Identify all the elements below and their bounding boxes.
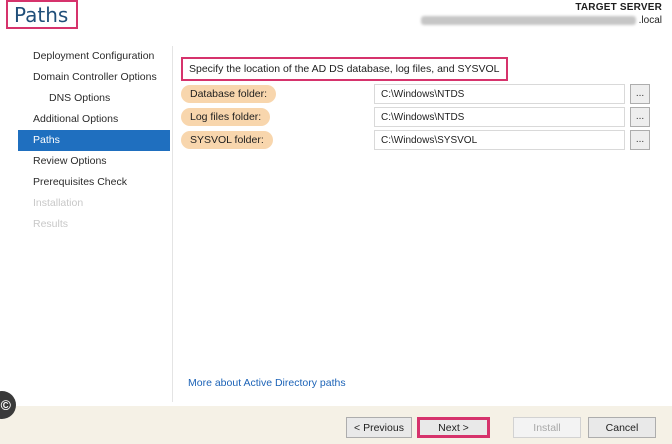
redacted-server-name xyxy=(420,16,636,25)
sidebar-item-additional-options[interactable]: Additional Options xyxy=(18,109,170,130)
database-folder-row: Database folder: ... xyxy=(176,84,656,104)
install-button: Install xyxy=(513,417,581,438)
sysvol-folder-label: SYSVOL folder: xyxy=(181,131,273,149)
sidebar-item-dns-options[interactable]: DNS Options xyxy=(18,88,170,109)
sidebar-item-domain-controller-options[interactable]: Domain Controller Options xyxy=(18,67,170,88)
sysvol-folder-input[interactable] xyxy=(374,130,625,150)
sidebar-item-deployment-configuration[interactable]: Deployment Configuration xyxy=(18,46,170,67)
paths-panel: Specify the location of the AD DS databa… xyxy=(176,46,666,402)
cancel-button[interactable]: Cancel xyxy=(588,417,656,438)
help-link-active-directory-paths[interactable]: More about Active Directory paths xyxy=(188,377,346,389)
database-folder-label: Database folder: xyxy=(181,85,277,103)
target-server-name: .local xyxy=(420,15,662,26)
log-files-folder-row: Log files folder: ... xyxy=(176,107,656,127)
server-domain-suffix: .local xyxy=(638,15,662,26)
sidebar-item-review-options[interactable]: Review Options xyxy=(18,151,170,172)
log-files-folder-input[interactable] xyxy=(374,107,625,127)
page-title-box: Paths xyxy=(6,0,78,29)
sidebar-item-installation: Installation xyxy=(33,197,84,209)
sysvol-folder-browse-button[interactable]: ... xyxy=(630,130,650,150)
sidebar-item-prerequisites-check[interactable]: Prerequisites Check xyxy=(18,172,170,193)
page-title: Paths xyxy=(14,2,69,27)
database-folder-input[interactable] xyxy=(374,84,625,104)
sidebar-item-paths[interactable]: Paths xyxy=(18,130,170,151)
sidebar-divider xyxy=(172,46,173,402)
previous-button[interactable]: < Previous xyxy=(346,417,412,438)
sysvol-folder-row: SYSVOL folder: ... xyxy=(176,130,656,150)
wizard-footer: < Previous Next > Install Cancel xyxy=(0,406,672,444)
target-server-label: TARGET SERVER xyxy=(575,2,662,13)
log-files-folder-browse-button[interactable]: ... xyxy=(630,107,650,127)
sidebar-item-results: Results xyxy=(33,218,69,230)
log-files-folder-label: Log files folder: xyxy=(181,108,271,126)
next-button[interactable]: Next > xyxy=(417,417,490,438)
instruction-text: Specify the location of the AD DS databa… xyxy=(181,57,508,81)
wizard-sidebar: Deployment Configuration Domain Controll… xyxy=(18,46,170,402)
database-folder-browse-button[interactable]: ... xyxy=(630,84,650,104)
